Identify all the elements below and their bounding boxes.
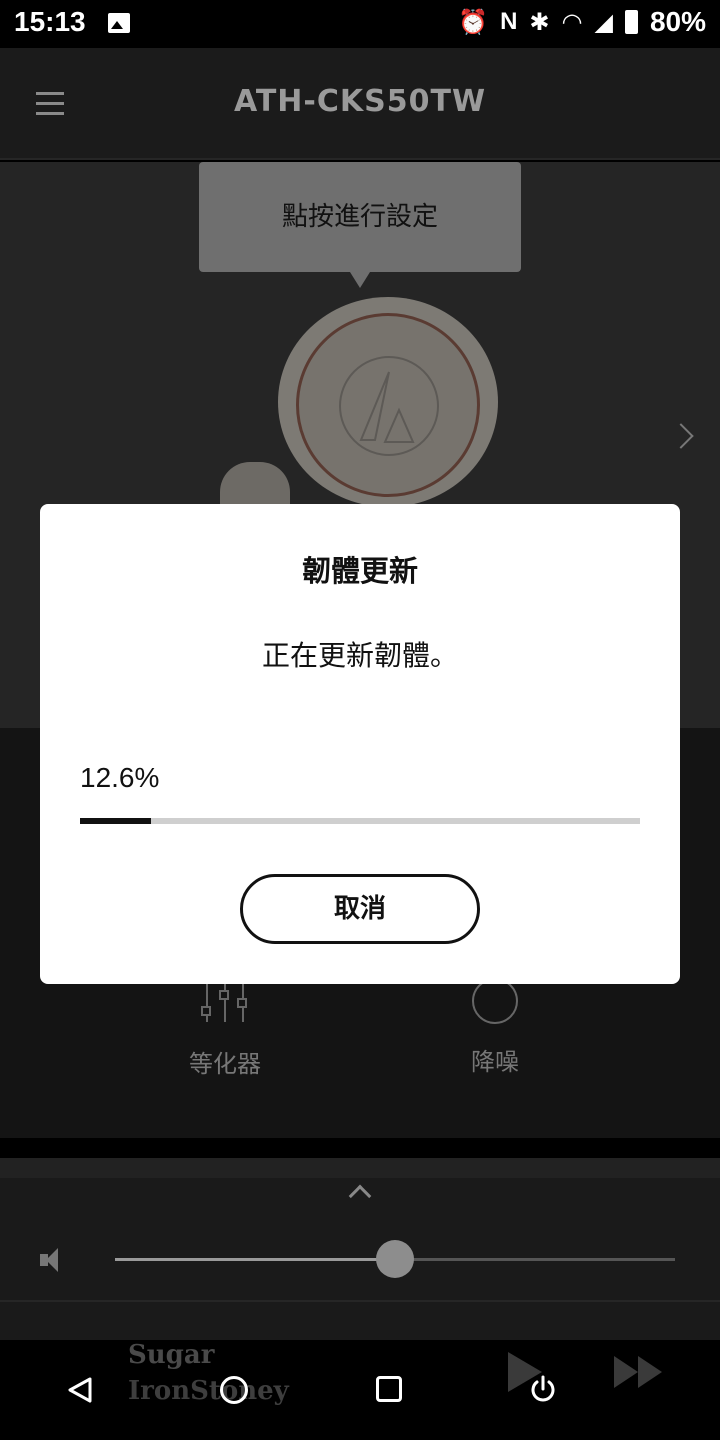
- battery-icon: [624, 10, 638, 34]
- firmware-update-dialog: 韌體更新 正在更新韌體。 12.6% 取消: [40, 504, 680, 984]
- battery-percent: 80%: [649, 6, 706, 37]
- volume-fill: [115, 1258, 395, 1261]
- dialog-title: 韌體更新: [301, 554, 418, 588]
- status-bar: 15:13 ⏰ N ✱ ◠ ◢ 80%: [0, 0, 720, 48]
- noise-cancel-icon: [472, 978, 518, 1024]
- setup-tooltip[interactable]: 點按進行設定: [199, 162, 521, 272]
- equalizer-icon: [200, 978, 250, 1026]
- chevron-right-icon[interactable]: [668, 423, 694, 449]
- status-time: 15:13: [14, 6, 86, 37]
- dialog-message: 正在更新韌體。: [261, 639, 458, 672]
- progress-fill: [80, 818, 151, 824]
- page-title: ATH-CKS50TW: [233, 84, 487, 119]
- cancel-button[interactable]: 取消: [240, 874, 480, 944]
- divider: [0, 1300, 720, 1302]
- equalizer-label: 等化器: [189, 1050, 261, 1078]
- earbud-image[interactable]: [278, 297, 498, 507]
- system-nav-bar: [0, 1340, 720, 1440]
- back-icon[interactable]: [66, 1376, 94, 1404]
- alarm-icon: ⏰: [458, 8, 489, 36]
- wifi-icon: ◠: [561, 8, 583, 36]
- noise-cancel-button[interactable]: 降噪: [395, 978, 595, 1077]
- equalizer-button[interactable]: 等化器: [125, 978, 325, 1079]
- nfc-icon: N: [500, 8, 518, 35]
- tooltip-arrow: [350, 272, 370, 288]
- progress-bar: [80, 818, 640, 824]
- status-icons: ⏰ N ✱ ◠ ◢ 80%: [458, 6, 706, 38]
- app-bar: ATH-CKS50TW: [0, 48, 720, 160]
- volume-thumb[interactable]: [376, 1240, 414, 1278]
- brand-logo: [339, 356, 439, 456]
- home-icon[interactable]: [220, 1376, 248, 1404]
- recents-icon[interactable]: [376, 1376, 402, 1402]
- power-icon[interactable]: [528, 1374, 558, 1404]
- progress-percent: 12.6%: [80, 762, 160, 793]
- player-panel: [0, 1158, 720, 1340]
- image-icon: [108, 13, 130, 33]
- signal-icon: ◢: [594, 8, 613, 36]
- chevron-up-icon[interactable]: [348, 1184, 372, 1208]
- volume-icon: [40, 1246, 72, 1274]
- noise-cancel-label: 降噪: [471, 1048, 519, 1076]
- volume-slider[interactable]: [115, 1240, 675, 1278]
- bluetooth-icon: ✱: [529, 8, 550, 36]
